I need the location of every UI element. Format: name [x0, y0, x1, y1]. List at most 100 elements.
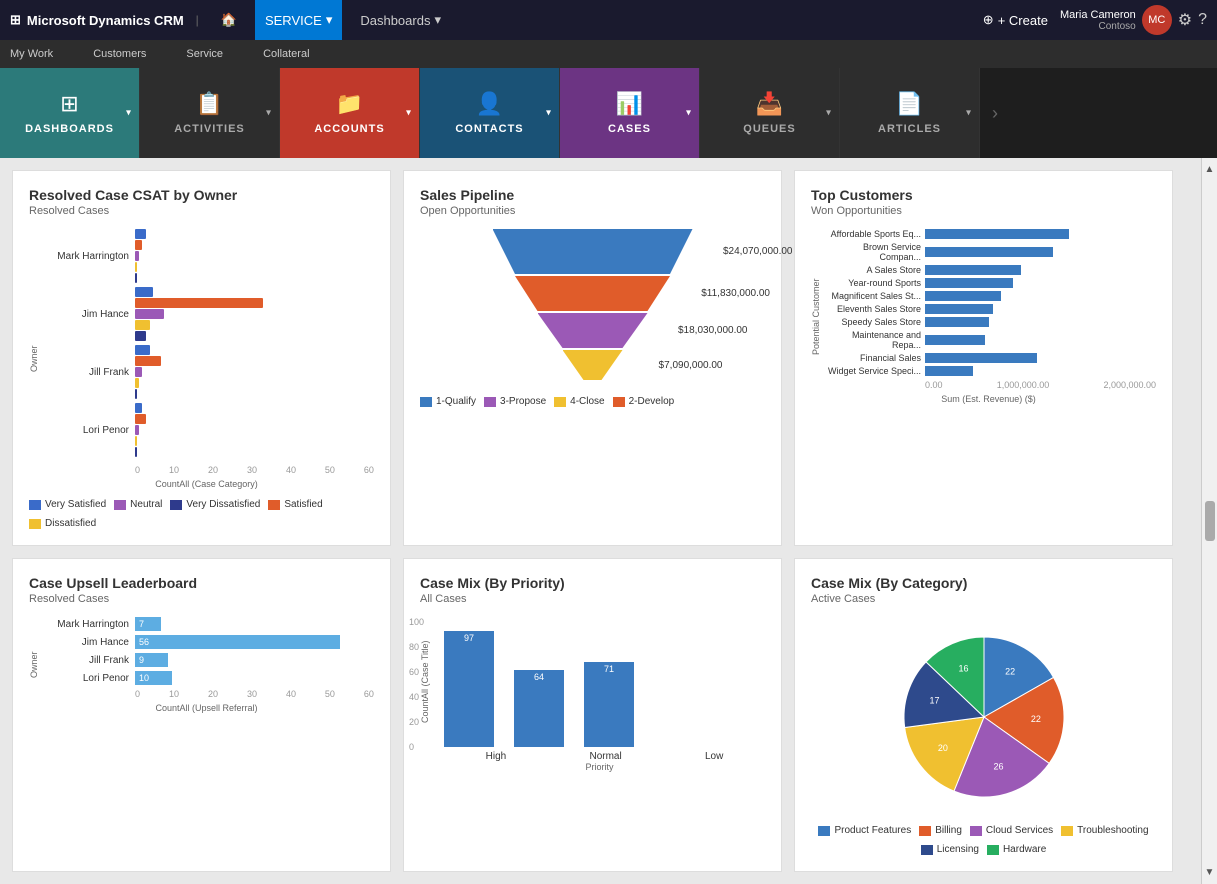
dashboard-row-1: Resolved Case CSAT by Owner Resolved Cas…	[12, 170, 1173, 546]
chart-resolved-csat-subtitle: Resolved Cases	[29, 205, 374, 217]
scroll-down-arrow[interactable]: ▼	[1201, 863, 1217, 882]
section-collateral[interactable]: Collateral	[263, 48, 309, 60]
csat-bar-segment	[135, 345, 150, 355]
ms-icon: ⊞	[10, 12, 21, 28]
scroll-up-arrow[interactable]: ▲	[1201, 160, 1217, 179]
pie-chart: 222226201716	[884, 617, 1084, 817]
tile-contacts[interactable]: 👤 CONTACTS ▾	[420, 68, 560, 158]
tile-queues[interactable]: 📥 QUEUES ▾	[700, 68, 840, 158]
legend-3-propose-color	[484, 397, 496, 407]
pie-segment-label: 20	[937, 743, 947, 753]
priority-subtitle: All Cases	[420, 593, 765, 605]
gear-icon[interactable]: ⚙	[1178, 10, 1192, 30]
top-customers-title: Top Customers	[811, 187, 1156, 203]
category-legend-color	[818, 826, 830, 836]
pipeline-legend: 1-Qualify 3-Propose 4-Close 2-Develop	[420, 396, 765, 407]
priority-yticks: 100806040200	[409, 617, 424, 752]
nav-service[interactable]: SERVICE ▾	[255, 0, 342, 40]
csat-bar-group	[135, 403, 374, 457]
priority-bar-col: 71	[584, 662, 634, 747]
cases-label: CASES	[608, 123, 651, 135]
category-title: Case Mix (By Category)	[811, 575, 1156, 591]
customer-bar-row: Year-round Sports	[821, 278, 1156, 288]
tile-cases[interactable]: 📊 CASES ▾	[560, 68, 700, 158]
pie-segment-label: 22	[1030, 714, 1040, 724]
help-icon[interactable]: ?	[1198, 11, 1207, 29]
priority-bar: 64	[514, 670, 564, 747]
avatar[interactable]: MC	[1142, 5, 1172, 35]
legend-dissatisfied-color	[29, 519, 41, 529]
category-legend-item: Hardware	[987, 844, 1046, 855]
nav-home[interactable]: 🏠	[211, 0, 247, 40]
nav-dashboards[interactable]: Dashboards ▾	[350, 0, 451, 40]
upsell-bar: 10	[135, 671, 172, 685]
upsell-bar-row: Mark Harrington7	[39, 617, 374, 631]
priority-bar-col: 64	[514, 670, 564, 747]
category-legend-item: Troubleshooting	[1061, 825, 1148, 836]
csat-bar-segment	[135, 403, 142, 413]
tile-dashboards[interactable]: ⊞ DASHBOARDS ▾	[0, 68, 140, 158]
chart-resolved-csat-inner: Owner Mark HarringtonJim HanceJill Frank…	[29, 229, 374, 489]
legend-very-dissatisfied-label: Very Dissatisfied	[186, 499, 260, 510]
customer-bar-row: Magnificent Sales St...	[821, 291, 1156, 301]
activities-icon: 📋	[196, 91, 223, 117]
csat-bar-segment	[135, 331, 146, 341]
customer-name-label: A Sales Store	[821, 265, 921, 275]
funnel-layer: $24,070,000.00	[493, 229, 693, 274]
queues-icon: 📥	[756, 91, 783, 117]
customer-bars: Affordable Sports Eq...Brown Service Com…	[821, 229, 1156, 376]
customer-bar	[925, 353, 1037, 363]
legend-1-qualify: 1-Qualify	[420, 396, 476, 407]
section-mywork[interactable]: My Work	[10, 48, 53, 60]
funnel-layers: $24,070,000.00$11,830,000.00$18,030,000.…	[493, 229, 693, 382]
top-customers-inner: Potential Customer Affordable Sports Eq.…	[811, 229, 1156, 404]
accounts-icon: 📁	[336, 91, 363, 117]
top-customers-subtitle: Won Opportunities	[811, 205, 1156, 217]
scroll-thumb[interactable]	[1205, 501, 1215, 541]
funnel-layer-shape	[493, 229, 693, 274]
csat-bar-segment	[135, 309, 164, 319]
legend-4-close: 4-Close	[554, 396, 604, 407]
priority-chart-area: CountAll (Case Title) 100806040200 97647…	[420, 617, 765, 772]
brand-logo[interactable]: ⊞ Microsoft Dynamics CRM	[10, 12, 184, 28]
resolved-csat-yaxis: Owner	[29, 319, 39, 399]
activities-label: ACTIVITIES	[174, 123, 245, 135]
category-legend: Product Features Billing Cloud Services Tro…	[811, 825, 1156, 855]
customer-bar	[925, 291, 1001, 301]
tile-articles[interactable]: 📄 ARTICLES ▾	[840, 68, 980, 158]
top-customers-axis: 0.001,000,000.002,000,000.00	[821, 380, 1156, 390]
funnel-layer-value: $7,090,000.00	[659, 360, 723, 371]
csat-bar-group	[135, 229, 374, 283]
csat-bar-row: Jill Frank	[39, 345, 374, 399]
funnel-layer-value: $11,830,000.00	[701, 288, 770, 299]
customer-name-label: Maintenance and Repa...	[821, 330, 921, 350]
csat-bar-segment	[135, 273, 137, 283]
tile-activities[interactable]: 📋 ACTIVITIES ▾	[140, 68, 280, 158]
create-button[interactable]: ⊕ + Create	[983, 12, 1048, 28]
tile-accounts[interactable]: 📁 ACCOUNTS ▾	[280, 68, 420, 158]
csat-xaxis-label: CountAll (Case Category)	[39, 479, 374, 489]
csat-bar-segment	[135, 298, 263, 308]
category-legend-color	[970, 826, 982, 836]
chart-case-upsell: Case Upsell Leaderboard Resolved Cases O…	[12, 558, 391, 872]
chart-case-mix-priority: Case Mix (By Priority) All Cases CountAl…	[403, 558, 782, 872]
section-service[interactable]: Service	[186, 48, 223, 60]
category-legend-item: Product Features	[818, 825, 911, 836]
user-company: Contoso	[1060, 21, 1136, 32]
csat-bar-group	[135, 345, 374, 399]
csat-bar-segment	[135, 425, 139, 435]
upsell-owner-label: Mark Harrington	[39, 619, 129, 630]
legend-dissatisfied: Dissatisfied	[29, 518, 96, 529]
customer-bar	[925, 366, 973, 376]
category-legend-label: Billing	[935, 825, 962, 836]
user-name: Maria Cameron	[1060, 9, 1136, 21]
chart-sales-pipeline: Sales Pipeline Open Opportunities $24,07…	[403, 170, 782, 546]
category-legend-item: Cloud Services	[970, 825, 1053, 836]
customer-bar	[925, 265, 1021, 275]
section-customers[interactable]: Customers	[93, 48, 146, 60]
legend-satisfied: Satisfied	[268, 499, 322, 510]
upsell-bars: Mark Harrington7Jim Hance56Jill Frank9Lo…	[39, 617, 374, 685]
scrollbar[interactable]: ▲ ▼	[1201, 158, 1217, 884]
tile-more[interactable]: ›	[980, 68, 1010, 158]
category-legend-color	[919, 826, 931, 836]
